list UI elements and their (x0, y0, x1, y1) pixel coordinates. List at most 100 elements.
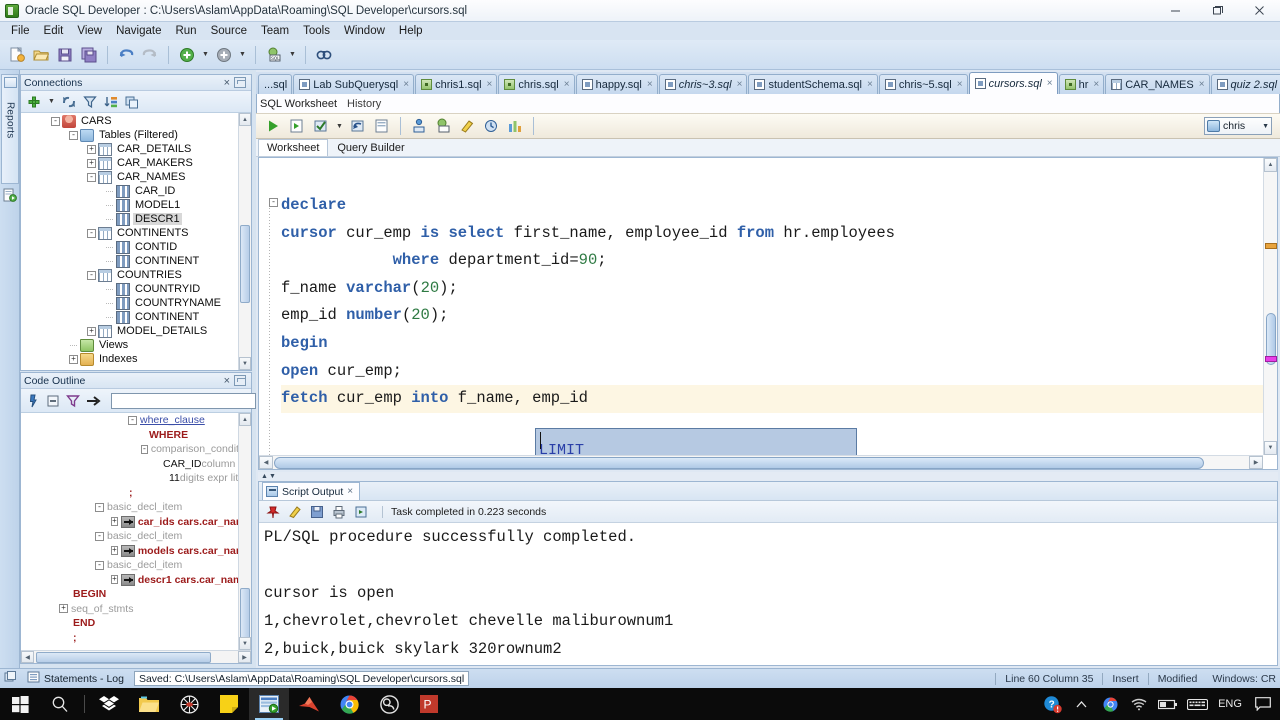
rollback-icon[interactable] (347, 115, 369, 137)
sql-worksheet-label[interactable]: SQL Worksheet (260, 98, 337, 110)
run-statement-icon[interactable] (262, 115, 284, 137)
help-alert-icon[interactable]: ? (1039, 688, 1065, 720)
tree-expander-icon[interactable]: - (85, 268, 98, 282)
collapse-icon[interactable] (45, 392, 61, 410)
outline-row[interactable]: + seq_of_stmts (21, 602, 238, 617)
menu-file[interactable]: File (4, 24, 37, 38)
doc-tab-happy-sql[interactable]: happy.sql × (575, 74, 658, 94)
menu-navigate[interactable]: Navigate (109, 24, 168, 38)
explain-plan-icon[interactable] (408, 115, 430, 137)
tree-node-countryname[interactable]: COUNTRYNAME (21, 296, 238, 310)
outline-row[interactable]: - basic_decl_item (21, 529, 238, 544)
log-dock-icon[interactable] (4, 671, 17, 686)
tree-node-model1[interactable]: MODEL1 (21, 198, 238, 212)
tab-query-builder[interactable]: Query Builder (328, 139, 413, 156)
doc-tab-close-icon[interactable]: × (1199, 79, 1205, 90)
outline-row[interactable]: BEGIN (21, 587, 238, 602)
menu-source[interactable]: Source (204, 24, 254, 38)
connections-tree[interactable]: - CARS - Tables (Filtered) + CAR_DETAILS + CAR_… (21, 113, 238, 370)
splitter-up-icon[interactable]: ▲ (261, 473, 268, 480)
scroll-down-arrow-icon[interactable]: ▼ (239, 357, 251, 370)
editor-horizontal-scrollbar[interactable]: ◀ ▶ (259, 455, 1263, 469)
menu-tools[interactable]: Tools (296, 24, 337, 38)
scroll-down-arrow-icon[interactable]: ▼ (239, 637, 251, 650)
save-icon[interactable] (54, 44, 76, 66)
scroll-left-arrow-icon[interactable]: ◀ (259, 456, 273, 469)
open-folder-icon[interactable] (30, 44, 52, 66)
chevron-down-icon[interactable]: ▼ (1262, 123, 1269, 130)
back-nav-caret-icon[interactable]: ▼ (237, 44, 248, 66)
connections-close-icon[interactable]: × (224, 77, 230, 89)
forward-nav-caret-icon[interactable]: ▼ (200, 44, 211, 66)
chrome-icon[interactable] (329, 688, 369, 720)
outline-row[interactable]: -comparison_condition cond (21, 442, 238, 457)
sql-developer-icon[interactable] (249, 688, 289, 720)
outline-hscrollbar[interactable]: ◀ ▶ (21, 650, 251, 663)
scrollbar-thumb[interactable] (240, 588, 250, 643)
tree-node-car-id[interactable]: CAR_ID (21, 184, 238, 198)
menu-help[interactable]: Help (392, 24, 430, 38)
scrollbar-thumb[interactable] (240, 225, 250, 303)
outline-expander-icon[interactable]: - (95, 560, 104, 570)
outline-expander-icon[interactable]: + (111, 517, 118, 527)
back-nav-icon[interactable] (213, 44, 235, 66)
language-indicator[interactable]: ENG (1213, 688, 1247, 720)
tree-node-continents[interactable]: - CONTINENTS (21, 226, 238, 240)
outline-close-icon[interactable]: × (224, 375, 230, 387)
outline-expander-icon[interactable]: - (95, 502, 104, 512)
connections-minimize-icon[interactable] (234, 77, 246, 88)
outline-row[interactable]: 11 digits expr literal nu (21, 471, 238, 486)
spider-app-icon[interactable] (169, 688, 209, 720)
outline-scrollbar[interactable]: ▲ ▼ (238, 413, 251, 650)
outline-row[interactable]: - basic_decl_item (21, 558, 238, 573)
start-icon[interactable] (0, 688, 40, 720)
insert-mode[interactable]: Insert (1102, 672, 1147, 685)
dropbox-icon[interactable] (89, 688, 129, 720)
code-line[interactable]: emp_id number(20); (281, 302, 1263, 330)
outline-row[interactable]: - basic_decl_item (21, 500, 238, 515)
scroll-down-arrow-icon[interactable]: ▼ (1264, 441, 1277, 455)
code-line[interactable]: f_name varchar(20); (281, 275, 1263, 303)
tree-node-continent[interactable]: CONTINENT (21, 254, 238, 268)
menu-run[interactable]: Run (168, 24, 203, 38)
menu-view[interactable]: View (70, 24, 109, 38)
keyboard-icon[interactable] (1184, 688, 1210, 720)
scroll-icon[interactable] (352, 503, 370, 521)
tree-node-countryid[interactable]: COUNTRYID (21, 282, 238, 296)
doc-tab-chris-5-sql[interactable]: chris~5.sql × (878, 74, 968, 94)
code-line[interactable]: where department_id=90; (281, 247, 1263, 275)
outline-expander-icon[interactable]: - (128, 415, 137, 425)
doc-tab-chris-sql[interactable]: chris.sql × (498, 74, 575, 94)
clear-icon[interactable] (286, 503, 304, 521)
reports-vertical-tab[interactable]: Reports (1, 74, 19, 184)
tree-expander-icon[interactable]: - (67, 128, 80, 142)
script-output-text[interactable]: PL/SQL procedure successfully completed.… (259, 523, 1277, 665)
code-lines[interactable]: declare cursor cur_emp is select first_na… (259, 158, 1263, 455)
hscrollbar-thumb[interactable] (36, 652, 211, 663)
find-icon[interactable] (313, 44, 335, 66)
commit-icon[interactable] (310, 115, 332, 137)
tree-node-model-details[interactable]: + MODEL_DETAILS (21, 324, 238, 338)
code-line[interactable]: begin (281, 330, 1263, 358)
doc-tab-close-icon[interactable]: × (487, 79, 493, 90)
outline-row[interactable]: CAR_ID column expr id (21, 457, 238, 472)
outline-row[interactable]: ; (21, 631, 238, 646)
outline-expander-icon[interactable]: - (141, 444, 148, 454)
code-line[interactable]: declare (281, 192, 1263, 220)
save-all-icon[interactable] (78, 44, 100, 66)
filter-icon[interactable] (81, 93, 99, 111)
tree-node-car-details[interactable]: + CAR_DETAILS (21, 142, 238, 156)
outline-expander-icon[interactable]: + (59, 604, 68, 614)
outline-minimize-icon[interactable] (234, 375, 246, 386)
outline-row[interactable]: + models cars.car_names.m (21, 544, 238, 559)
print-icon[interactable] (330, 503, 348, 521)
goto-icon[interactable] (85, 392, 101, 410)
new-file-icon[interactable] (6, 44, 28, 66)
search-icon[interactable] (40, 688, 80, 720)
outline-rows[interactable]: -where_clauseWHERE-comparison_condition … (21, 413, 238, 650)
doc-tab-close-icon[interactable]: × (564, 79, 570, 90)
tree-node-countries[interactable]: - COUNTRIES (21, 268, 238, 282)
doc-tab-close-icon[interactable]: × (403, 79, 409, 90)
code-line[interactable]: cursor cur_emp is select first_name, emp… (281, 220, 1263, 248)
doc-tab-lab-subquerysql[interactable]: Lab SubQuerysql × (293, 74, 415, 94)
